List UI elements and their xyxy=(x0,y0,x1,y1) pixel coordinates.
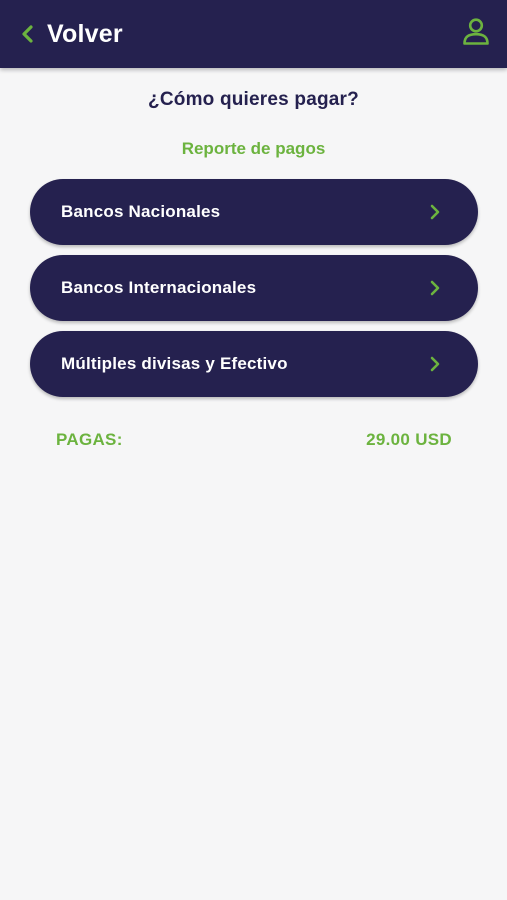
option-label: Bancos Internacionales xyxy=(61,278,257,297)
option-label: Bancos Nacionales xyxy=(61,202,221,221)
option-label: Múltiples divisas y Efectivo xyxy=(61,354,288,373)
back-label: Volver xyxy=(47,19,123,48)
option-multi-currency-cash[interactable]: Múltiples divisas y Efectivo xyxy=(30,331,478,397)
chevron-left-icon xyxy=(20,24,36,44)
back-button[interactable]: Volver xyxy=(0,0,123,68)
app-header: Volver xyxy=(0,0,507,68)
option-national-banks[interactable]: Bancos Nacionales xyxy=(30,179,478,245)
chevron-right-icon xyxy=(430,356,440,372)
profile-button[interactable] xyxy=(459,16,493,52)
user-icon xyxy=(461,17,491,52)
page-title: ¿Cómo quieres pagar? xyxy=(148,89,359,110)
payment-total: PAGAS: 29.00 USD xyxy=(56,430,452,450)
chevron-right-icon xyxy=(430,204,440,220)
option-international-banks[interactable]: Bancos Internacionales xyxy=(30,255,478,321)
chevron-right-icon xyxy=(430,280,440,296)
total-amount: 29.00 USD xyxy=(366,430,452,449)
payment-report-link[interactable]: Reporte de pagos xyxy=(0,139,507,159)
total-label: PAGAS: xyxy=(56,430,123,449)
